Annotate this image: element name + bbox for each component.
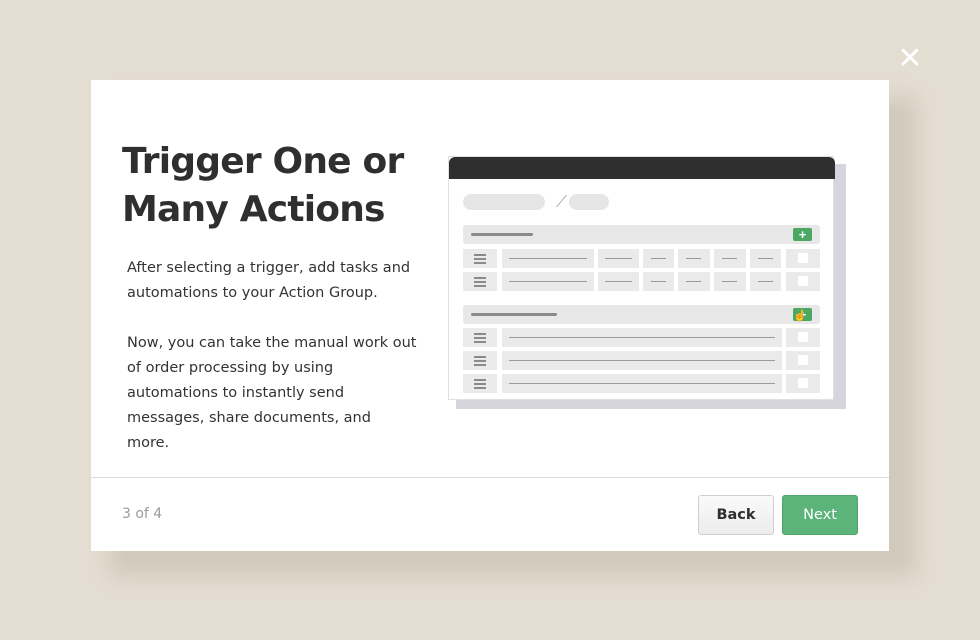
pointer-cursor-icon: ☝: [793, 310, 807, 322]
next-button[interactable]: Next: [782, 495, 858, 535]
row-cell: [678, 272, 710, 291]
row-cell: [643, 249, 674, 268]
checkbox-icon: [786, 351, 820, 370]
row-cell: [714, 272, 746, 291]
checkbox-icon: [786, 249, 820, 268]
illustration-row: [463, 272, 820, 291]
checkbox-icon: [786, 374, 820, 393]
row-cell: [643, 272, 674, 291]
illustration-title-bar: [449, 157, 835, 179]
drag-handle-icon: [463, 351, 497, 370]
illustration-row: [463, 351, 820, 370]
row-cell: [502, 374, 782, 393]
close-icon[interactable]: ✕: [897, 44, 923, 74]
row-cell: [502, 249, 594, 268]
illustration-row: [463, 328, 820, 347]
add-icon: +: [793, 228, 812, 241]
footer-divider: [91, 477, 889, 478]
row-cell: [502, 351, 782, 370]
row-cell: [598, 249, 639, 268]
checkbox-icon: [786, 328, 820, 347]
row-cell: [714, 249, 746, 268]
row-cell: [750, 249, 781, 268]
onboarding-dialog: Trigger One or Many Actions After select…: [91, 80, 889, 551]
breadcrumb-pill: [463, 194, 545, 210]
drag-handle-icon: [463, 328, 497, 347]
row-cell: [502, 328, 782, 347]
row-cell: [678, 249, 710, 268]
drag-handle-icon: [463, 374, 497, 393]
step-indicator: 3 of 4: [122, 506, 163, 522]
section-header-line: [471, 233, 533, 236]
dialog-title: Trigger One or Many Actions: [122, 141, 404, 230]
body-paragraph-1: After selecting a trigger, add tasks and…: [127, 260, 411, 301]
row-cell: [598, 272, 639, 291]
body-paragraph-2: Now, you can take the manual work out of…: [127, 335, 417, 451]
section-header: +: [463, 225, 820, 244]
drag-handle-icon: [463, 272, 497, 291]
section-header-line: [471, 313, 557, 316]
illustration-window: + + ☝: [448, 156, 835, 400]
row-cell: [502, 272, 594, 291]
breadcrumb-pill: [569, 194, 609, 210]
illustration-row: [463, 249, 820, 268]
row-cell: [750, 272, 781, 291]
breadcrumb-separator: [545, 195, 568, 207]
section-header: + ☝: [463, 305, 820, 324]
feature-illustration: + + ☝: [448, 156, 848, 416]
dialog-body: After selecting a trigger, add tasks and…: [127, 256, 417, 481]
illustration-row: [463, 374, 820, 393]
back-button[interactable]: Back: [698, 495, 774, 535]
drag-handle-icon: [463, 249, 497, 268]
checkbox-icon: [786, 272, 820, 291]
